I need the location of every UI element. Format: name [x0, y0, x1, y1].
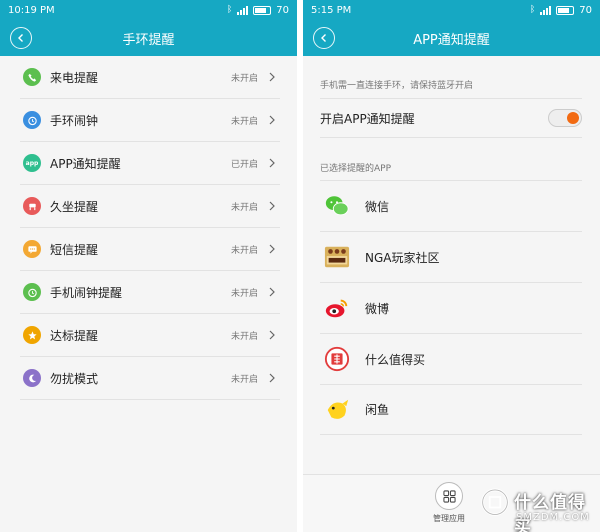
status-text: 未开启: [230, 288, 258, 299]
status-text: 未开启: [230, 374, 258, 385]
battery-icon: [253, 5, 272, 15]
status-text: 已开启: [230, 159, 258, 170]
list-item-sedentary[interactable]: 久坐提醒 未开启: [20, 185, 280, 228]
status-text: 未开启: [230, 245, 258, 256]
app-icon: app: [23, 154, 41, 172]
phone-icon: [23, 68, 41, 86]
status-text: 未开启: [230, 331, 258, 342]
chevron-right-icon: [269, 158, 275, 168]
status-text: 未开启: [230, 116, 258, 127]
status-bar: 10:19 PM ᛒ 70: [0, 0, 297, 20]
status-time: 5:15 PM: [311, 4, 352, 16]
list-item-label: 手机闹钟提醒: [50, 285, 123, 300]
app-name: 闲鱼: [365, 403, 390, 417]
back-button[interactable]: [10, 27, 32, 49]
left-screen: 10:19 PM ᛒ 70 手环提醒 来电提醒 未开启 手环闹钟 未开启 app…: [0, 0, 297, 532]
battery-level: 70: [276, 4, 289, 16]
app-item-smzdm[interactable]: 什么值得买: [320, 333, 582, 384]
app-badge-text: app: [25, 159, 39, 167]
list-item-phone-alarm[interactable]: 手机闹钟提醒 未开启: [20, 271, 280, 314]
grid-icon: [442, 489, 456, 503]
section-header: 已选择提醒的APP: [320, 164, 392, 174]
bluetooth-icon: ᛒ: [529, 5, 536, 15]
app-item-nga[interactable]: NGA玩家社区: [320, 231, 582, 282]
moon-icon: [23, 369, 41, 387]
list-item-call[interactable]: 来电提醒 未开启: [20, 56, 280, 99]
list-item-label: 勿扰模式: [50, 371, 99, 386]
bluetooth-hint: 手机需一直连接手环，请保持蓝牙开启: [320, 81, 474, 91]
watermark-text: 什么值得买: [514, 493, 586, 532]
chevron-left-icon: [321, 34, 326, 42]
list-item-sms[interactable]: 短信提醒 未开启: [20, 228, 280, 271]
app-item-weibo[interactable]: 微博: [320, 282, 582, 333]
status-text: 未开启: [230, 73, 258, 84]
app-notify-toggle-row: 开启APP通知提醒: [320, 98, 582, 138]
list-item-label: 久坐提醒: [50, 199, 99, 214]
manage-apps[interactable]: 管理应用: [433, 482, 465, 524]
toggle-knob: [567, 112, 579, 124]
list-item-label: 来电提醒: [50, 70, 99, 85]
list-item-label: APP通知提醒: [50, 156, 121, 171]
nga-icon: [323, 243, 351, 271]
chair-icon: [23, 197, 41, 215]
chevron-right-icon: [269, 244, 275, 254]
status-time: 10:19 PM: [8, 4, 55, 16]
message-icon: [23, 240, 41, 258]
chevron-right-icon: [269, 115, 275, 125]
toggle-label: 开启APP通知提醒: [320, 111, 415, 126]
battery-icon: [556, 5, 575, 15]
page-title: APP通知提醒: [413, 32, 490, 48]
signal-icon: [540, 5, 552, 15]
watermark: 什么值得买 SMZDM.COM: [476, 482, 600, 532]
weibo-icon: [323, 294, 351, 322]
smzdm-icon: [323, 345, 351, 373]
watermark-url: SMZDM.COM: [516, 512, 590, 523]
title-bar: APP通知提醒: [303, 20, 600, 56]
chevron-right-icon: [269, 201, 275, 211]
list-item-app-notify[interactable]: app APP通知提醒 已开启: [20, 142, 280, 185]
list-item-band-alarm[interactable]: 手环闹钟 未开启: [20, 99, 280, 142]
list-item-label: 达标提醒: [50, 328, 99, 343]
app-name: 什么值得买: [365, 352, 426, 367]
app-item-xianyu[interactable]: 闲鱼: [320, 384, 582, 435]
chevron-right-icon: [269, 72, 275, 82]
selected-app-list: 微信 NGA玩家社区 微博 什么值得买 闲鱼: [320, 180, 582, 435]
status-icons: ᛒ 70: [227, 5, 289, 16]
alarm-icon: [23, 111, 41, 129]
status-text: 未开启: [230, 202, 258, 213]
right-screen: 5:15 PM ᛒ 70 APP通知提醒 手机需一直连接手环，请保持蓝牙开启 开…: [303, 0, 600, 532]
title-bar: 手环提醒: [0, 20, 297, 56]
status-bar: 5:15 PM ᛒ 70: [303, 0, 600, 20]
list-item-dnd[interactable]: 勿扰模式 未开启: [20, 357, 280, 400]
status-icons: ᛒ 70: [530, 5, 592, 16]
chevron-right-icon: [269, 373, 275, 383]
list-item-goal[interactable]: 达标提醒 未开启: [20, 314, 280, 357]
list-item-label: 手环闹钟: [50, 113, 99, 128]
app-item-wechat[interactable]: 微信: [320, 180, 582, 231]
chevron-right-icon: [269, 287, 275, 297]
app-notify-toggle[interactable]: [548, 109, 582, 127]
bluetooth-icon: ᛒ: [226, 5, 233, 15]
battery-level: 70: [579, 4, 592, 16]
manage-apps-label: 管理应用: [433, 514, 465, 523]
chevron-left-icon: [18, 34, 23, 42]
wechat-icon: [323, 192, 351, 220]
signal-icon: [237, 5, 249, 15]
app-name: 微博: [365, 301, 390, 316]
star-icon: [23, 326, 41, 344]
chevron-right-icon: [269, 330, 275, 340]
app-name: 微信: [365, 199, 390, 214]
app-name: NGA玩家社区: [365, 250, 440, 265]
page-title: 手环提醒: [122, 32, 175, 48]
watermark-logo-icon: [481, 488, 509, 516]
back-button[interactable]: [313, 27, 335, 49]
manage-apps-button[interactable]: [435, 482, 463, 510]
reminder-list: 来电提醒 未开启 手环闹钟 未开启 app APP通知提醒 已开启 久坐提醒 未…: [20, 56, 280, 400]
phone-alarm-icon: [23, 283, 41, 301]
list-item-label: 短信提醒: [50, 242, 99, 257]
xianyu-icon: [323, 396, 351, 424]
